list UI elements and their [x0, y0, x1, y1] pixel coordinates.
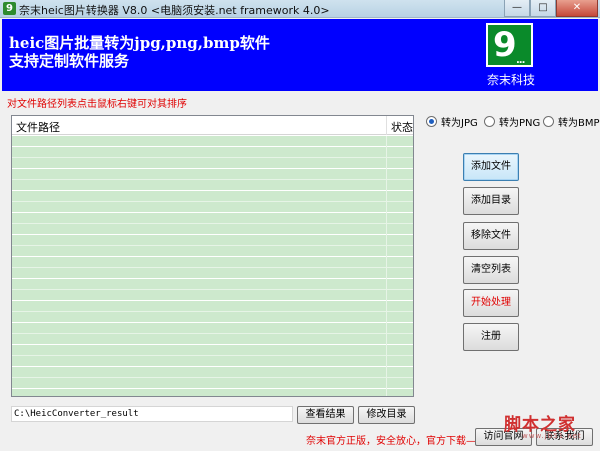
column-header-status[interactable]: 状态	[391, 119, 413, 135]
radio-png-indicator[interactable]	[484, 116, 495, 127]
add-directory-button[interactable]: 添加目录	[463, 187, 519, 215]
logo-dots: ...	[516, 55, 525, 66]
view-result-button[interactable]: 查看结果	[297, 406, 354, 424]
restore-button[interactable]: □	[530, 0, 556, 17]
company-name: 奈末科技	[486, 73, 535, 87]
site-watermark: 脚本之家 www.jb51.net	[500, 402, 596, 448]
minimize-button[interactable]: —	[504, 0, 530, 17]
watermark-url: www.jb51.net	[522, 432, 582, 440]
banner: heic图片批量转为jpg,png,bmp软件 支持定制软件服务 9 ... 奈…	[2, 19, 598, 91]
radio-png-label: 转为PNG	[499, 118, 541, 129]
list-body[interactable]	[12, 136, 413, 396]
close-button[interactable]: ✕	[556, 0, 598, 17]
column-header-path[interactable]: 文件路径	[16, 119, 60, 135]
title-bar[interactable]: 9 奈末heic图片转换器 V8.0 <电脑须安装.net framework …	[0, 0, 600, 18]
app-window: 9 奈末heic图片转换器 V8.0 <电脑须安装.net framework …	[0, 0, 600, 451]
file-list[interactable]: 文件路径 状态	[11, 115, 414, 397]
window-controls: — □ ✕	[504, 0, 598, 17]
radio-jpg-label: 转为JPG	[441, 118, 478, 129]
output-path-field[interactable]: C:\HeicConverter_result	[11, 406, 293, 422]
radio-bmp-label: 转为BMP	[558, 118, 600, 129]
company-logo: 9 ...	[486, 23, 533, 67]
radio-bmp-indicator[interactable]	[543, 116, 554, 127]
list-header: 文件路径 状态	[12, 116, 413, 135]
add-file-button[interactable]: 添加文件	[463, 153, 519, 181]
logo-digit: 9	[493, 25, 517, 65]
window-title: 奈末heic图片转换器 V8.0 <电脑须安装.net framework 4.…	[19, 4, 330, 17]
register-button[interactable]: 注册	[463, 323, 519, 351]
radio-jpg-indicator[interactable]	[426, 116, 437, 127]
column-divider	[386, 116, 387, 135]
app-icon: 9	[3, 2, 16, 15]
column-gridline	[386, 136, 387, 396]
radio-jpg[interactable]: 转为JPG	[426, 114, 478, 129]
remove-file-button[interactable]: 移除文件	[463, 222, 519, 250]
clear-list-button[interactable]: 清空列表	[463, 256, 519, 284]
start-processing-button[interactable]: 开始处理	[463, 289, 519, 317]
radio-bmp[interactable]: 转为BMP	[543, 114, 600, 129]
banner-subheadline: 支持定制软件服务	[9, 52, 130, 70]
change-directory-button[interactable]: 修改目录	[358, 406, 415, 424]
official-notice: 奈末官方正版，安全放心，官方下载——>	[306, 436, 495, 447]
radio-png[interactable]: 转为PNG	[484, 114, 540, 129]
sort-hint: 对文件路径列表点击鼠标右键可对其排序	[7, 99, 187, 110]
